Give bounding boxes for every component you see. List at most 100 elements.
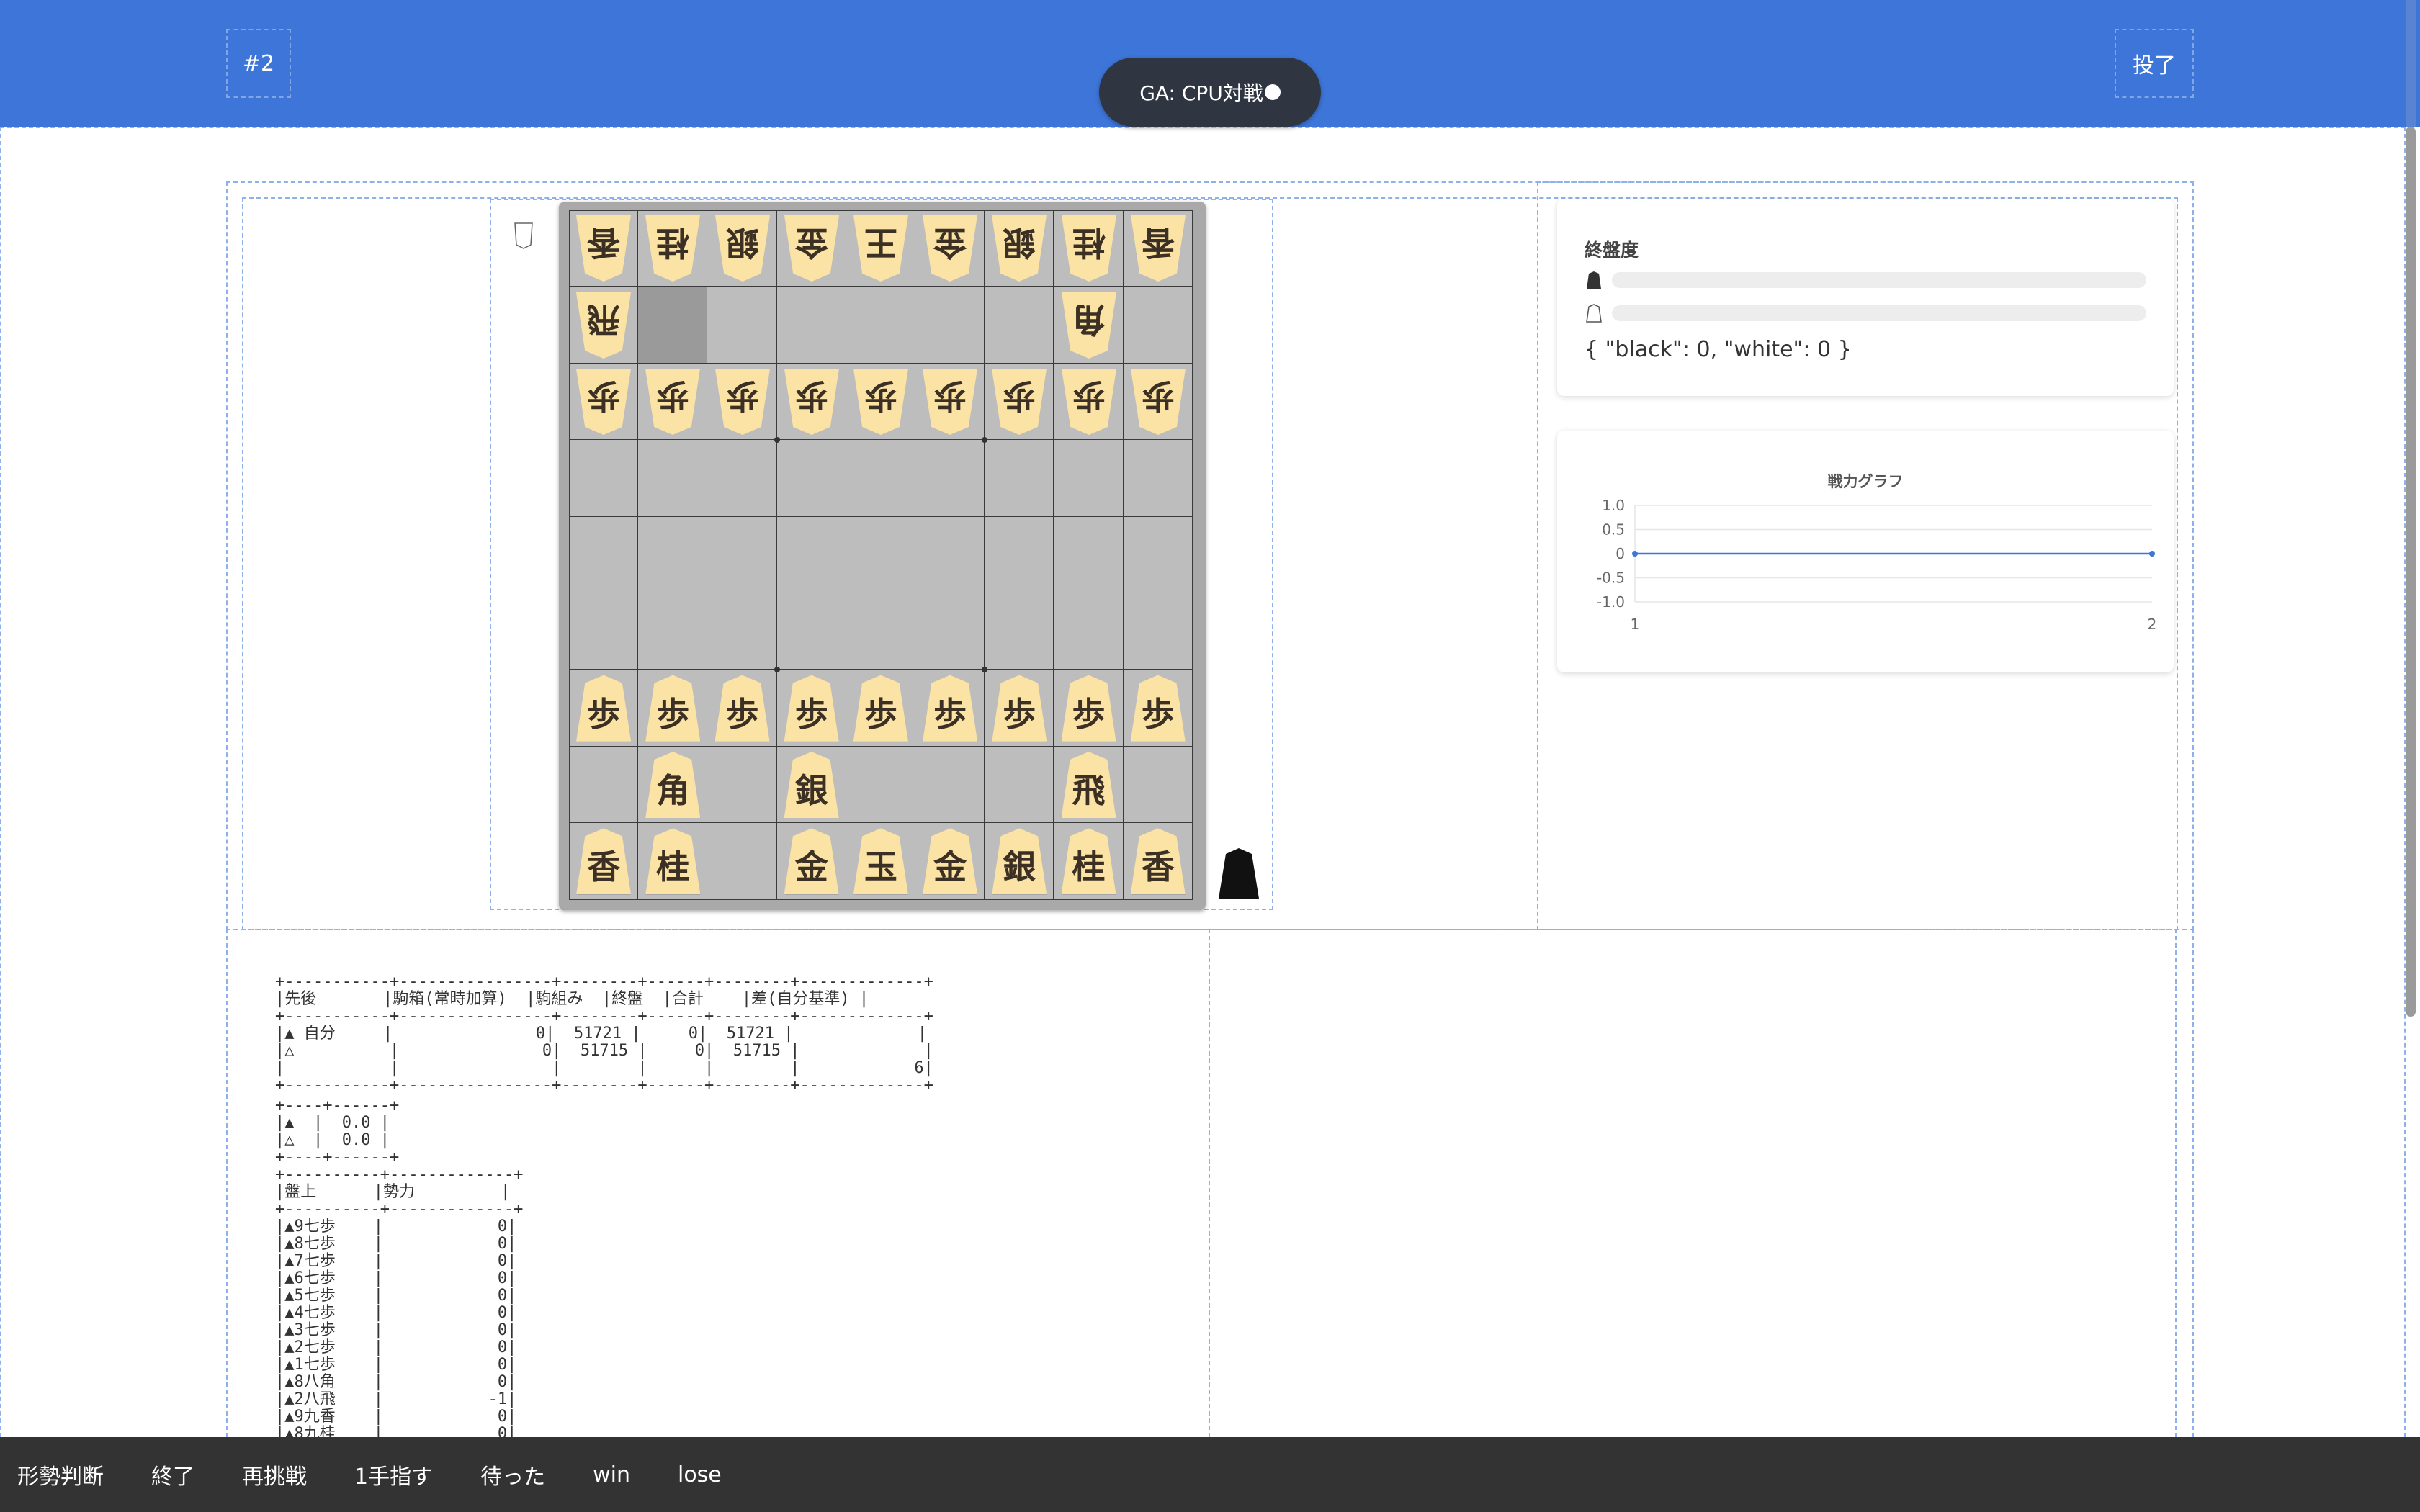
board-square[interactable] [638, 287, 708, 364]
sente-piece[interactable]: 角 [645, 752, 701, 818]
sente-piece[interactable]: 歩 [645, 675, 701, 742]
sente-piece[interactable]: 歩 [576, 675, 632, 742]
board-square[interactable] [569, 516, 639, 593]
sente-piece[interactable]: 歩 [853, 675, 908, 742]
game-number-button[interactable]: #2 [226, 29, 291, 98]
board-square[interactable] [1123, 516, 1193, 593]
gote-piece[interactable]: 歩 [923, 369, 977, 435]
sente-piece[interactable]: 銀 [784, 752, 839, 818]
gote-piece[interactable]: 金 [923, 215, 977, 282]
gote-piece[interactable]: 銀 [715, 215, 770, 282]
board-square[interactable] [1054, 593, 1124, 670]
board-square[interactable] [915, 746, 985, 824]
board-square[interactable] [846, 440, 915, 517]
sente-piece[interactable]: 飛 [1061, 752, 1116, 818]
board-square[interactable] [985, 287, 1054, 364]
resign-button[interactable]: 投了 [2115, 29, 2194, 98]
gote-piece[interactable]: 歩 [1062, 369, 1116, 435]
piece-label: 歩 [656, 694, 690, 734]
gote-piece[interactable]: 歩 [715, 369, 770, 435]
board-square[interactable] [569, 593, 639, 670]
menu-item-1[interactable]: 終了 [151, 1459, 194, 1490]
mode-label: GA: CPU対戦 [1139, 81, 1263, 105]
board-square[interactable] [569, 440, 639, 517]
board-square[interactable] [915, 287, 985, 364]
sente-piece[interactable]: 歩 [784, 675, 839, 742]
gote-piece[interactable]: 歩 [576, 369, 631, 435]
board-square[interactable] [776, 593, 846, 670]
sente-piece[interactable]: 金 [923, 828, 978, 895]
piece-label: 歩 [725, 377, 759, 415]
sente-piece[interactable]: 金 [784, 828, 839, 895]
board-square[interactable] [985, 516, 1054, 593]
board-square[interactable] [638, 593, 708, 670]
board-square[interactable] [776, 440, 846, 517]
sente-piece[interactable]: 桂 [645, 828, 701, 895]
sente-piece[interactable]: 歩 [714, 675, 770, 742]
board-square[interactable] [846, 746, 915, 824]
board-square[interactable] [638, 516, 708, 593]
sente-piece[interactable]: 香 [576, 828, 632, 895]
board-square[interactable] [985, 746, 1054, 824]
board-square[interactable] [1123, 440, 1193, 517]
board-square[interactable] [707, 593, 777, 670]
sente-piece[interactable]: 桂 [1061, 828, 1116, 895]
gote-piece[interactable]: 歩 [992, 369, 1047, 435]
board-square[interactable] [569, 746, 639, 824]
board-square[interactable] [776, 287, 846, 364]
gote-piece[interactable]: 歩 [853, 369, 908, 435]
board-square[interactable] [1054, 440, 1124, 517]
gote-piece[interactable]: 角 [1062, 292, 1116, 359]
menu-item-2[interactable]: 再挑戦 [242, 1459, 307, 1490]
piece-label: 歩 [1072, 377, 1106, 415]
board-square[interactable] [846, 516, 915, 593]
piece-label: 香 [587, 847, 621, 887]
board-square[interactable] [1123, 593, 1193, 670]
sente-piece[interactable]: 歩 [1130, 675, 1186, 742]
sente-piece[interactable]: 歩 [923, 675, 978, 742]
board-square[interactable] [846, 287, 915, 364]
board-square[interactable] [985, 593, 1054, 670]
board-square[interactable] [985, 440, 1054, 517]
board-square[interactable] [707, 746, 777, 824]
gote-piece[interactable]: 香 [576, 215, 631, 282]
board-square[interactable] [707, 440, 777, 517]
gote-piece[interactable]: 桂 [1062, 215, 1116, 282]
board-square[interactable] [846, 593, 915, 670]
board-square[interactable] [915, 593, 985, 670]
menu-item-6[interactable]: lose [678, 1462, 722, 1488]
gote-piece[interactable]: 金 [784, 215, 839, 282]
board-square[interactable] [707, 823, 777, 900]
menu-item-3[interactable]: 1手指す [354, 1459, 433, 1490]
board-square[interactable] [1054, 516, 1124, 593]
board-square[interactable] [776, 516, 846, 593]
board-square[interactable] [1123, 746, 1193, 824]
board-square[interactable] [638, 440, 708, 517]
board-square[interactable] [707, 516, 777, 593]
gote-piece[interactable]: 桂 [645, 215, 700, 282]
piece-label: 歩 [725, 694, 759, 734]
sente-piece[interactable]: 玉 [853, 828, 908, 895]
gote-piece[interactable]: 歩 [784, 369, 839, 435]
sente-piece[interactable]: 歩 [1061, 675, 1116, 742]
gote-piece[interactable]: 歩 [1131, 369, 1186, 435]
black-endgame-bar [1612, 272, 2146, 288]
board-square[interactable] [915, 516, 985, 593]
piece-label: 歩 [864, 377, 897, 415]
gote-piece[interactable]: 銀 [992, 215, 1047, 282]
menu-item-0[interactable]: 形勢判断 [17, 1459, 104, 1490]
menu-item-5[interactable]: win [593, 1462, 630, 1488]
piece-label: 歩 [933, 694, 967, 734]
menu-item-4[interactable]: 待った [480, 1459, 545, 1490]
gote-piece[interactable]: 香 [1131, 215, 1186, 282]
board-square[interactable] [707, 287, 777, 364]
board-square[interactable] [915, 440, 985, 517]
scrollbar-thumb[interactable] [2406, 127, 2416, 1017]
sente-piece[interactable]: 香 [1130, 828, 1186, 895]
sente-piece[interactable]: 銀 [992, 828, 1047, 895]
gote-piece[interactable]: 飛 [576, 292, 631, 359]
gote-piece[interactable]: 王 [853, 215, 908, 282]
sente-piece[interactable]: 歩 [992, 675, 1047, 742]
gote-piece[interactable]: 歩 [645, 369, 700, 435]
board-square[interactable] [1123, 287, 1193, 364]
